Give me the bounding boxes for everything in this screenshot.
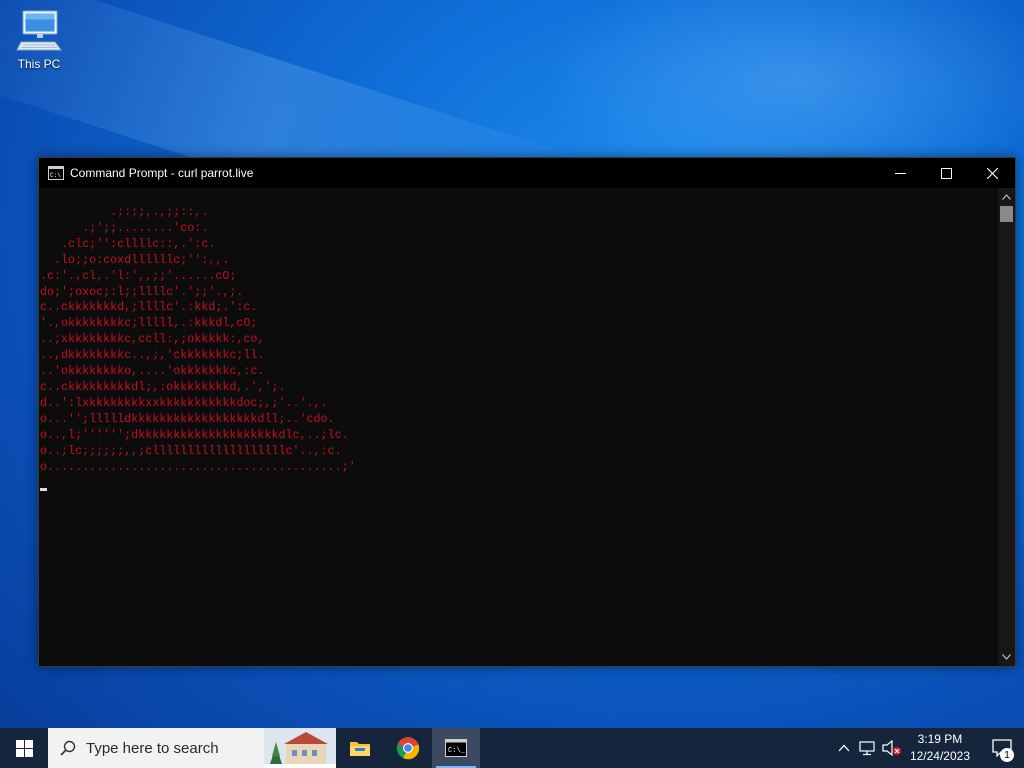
text-cursor bbox=[40, 488, 47, 491]
notification-count-badge: 1 bbox=[1000, 748, 1014, 762]
vertical-scrollbar[interactable] bbox=[998, 188, 1015, 666]
svg-text:C:\: C:\ bbox=[50, 172, 61, 179]
maximize-button[interactable] bbox=[923, 158, 969, 188]
chevron-down-icon bbox=[1002, 654, 1011, 660]
scroll-down-button[interactable] bbox=[998, 650, 1015, 664]
taskbar: Type here to search C:\_ 3:19 PM 12/24/2… bbox=[0, 728, 1024, 768]
close-button[interactable] bbox=[969, 158, 1015, 188]
chrome-icon bbox=[396, 737, 420, 760]
start-button[interactable] bbox=[0, 728, 48, 768]
desktop-icon-this-pc[interactable]: This PC bbox=[10, 8, 68, 76]
windows-logo-icon bbox=[15, 739, 33, 757]
taskbar-search-box[interactable]: Type here to search bbox=[48, 728, 336, 768]
desktop-icon-label: This PC bbox=[17, 57, 61, 71]
taskbar-chrome[interactable] bbox=[384, 728, 432, 768]
taskbar-file-explorer[interactable] bbox=[336, 728, 384, 768]
maximize-icon bbox=[940, 167, 952, 179]
svg-text:C:\_: C:\_ bbox=[448, 747, 466, 755]
chevron-up-icon bbox=[1002, 194, 1011, 200]
network-button[interactable] bbox=[856, 728, 880, 768]
console-output[interactable]: .;:;;,.,;;::,. .;';;........'co:. .clc;'… bbox=[39, 188, 999, 666]
volume-button[interactable] bbox=[880, 728, 904, 768]
parrot-ascii-art: .;:;;,.,;;::,. .;';;........'co:. .clc;'… bbox=[40, 205, 356, 474]
search-placeholder: Type here to search bbox=[86, 739, 219, 757]
scroll-up-button[interactable] bbox=[998, 190, 1015, 204]
command-prompt-window[interactable]: C:\ Command Prompt - curl parrot.live .;… bbox=[38, 157, 1016, 667]
search-icon bbox=[60, 740, 76, 756]
close-icon bbox=[986, 167, 998, 179]
clock-date: 12/24/2023 bbox=[909, 749, 970, 763]
file-explorer-icon bbox=[350, 742, 370, 756]
show-hidden-icons-button[interactable] bbox=[832, 728, 856, 768]
cmd-icon: C:\ bbox=[48, 166, 64, 180]
system-tray: 3:19 PM 12/24/2023 1 bbox=[832, 728, 1024, 768]
command-prompt-icon: C:\_ bbox=[445, 739, 467, 757]
taskbar-clock[interactable]: 3:19 PM 12/24/2023 bbox=[904, 731, 980, 765]
taskbar-command-prompt[interactable]: C:\_ bbox=[432, 728, 480, 768]
network-icon bbox=[859, 741, 875, 756]
search-highlight-illustration bbox=[264, 728, 336, 768]
scrollbar-thumb[interactable] bbox=[1000, 206, 1013, 222]
chevron-up-icon bbox=[838, 744, 850, 752]
volume-muted-icon bbox=[882, 740, 901, 756]
minimize-button[interactable] bbox=[877, 158, 923, 188]
action-center-button[interactable]: 1 bbox=[980, 728, 1024, 768]
window-titlebar[interactable]: C:\ Command Prompt - curl parrot.live bbox=[39, 158, 1015, 188]
computer-icon bbox=[16, 10, 62, 51]
window-title: Command Prompt - curl parrot.live bbox=[70, 166, 254, 180]
minimize-icon bbox=[894, 172, 906, 174]
clock-time: 3:19 PM bbox=[917, 732, 963, 746]
